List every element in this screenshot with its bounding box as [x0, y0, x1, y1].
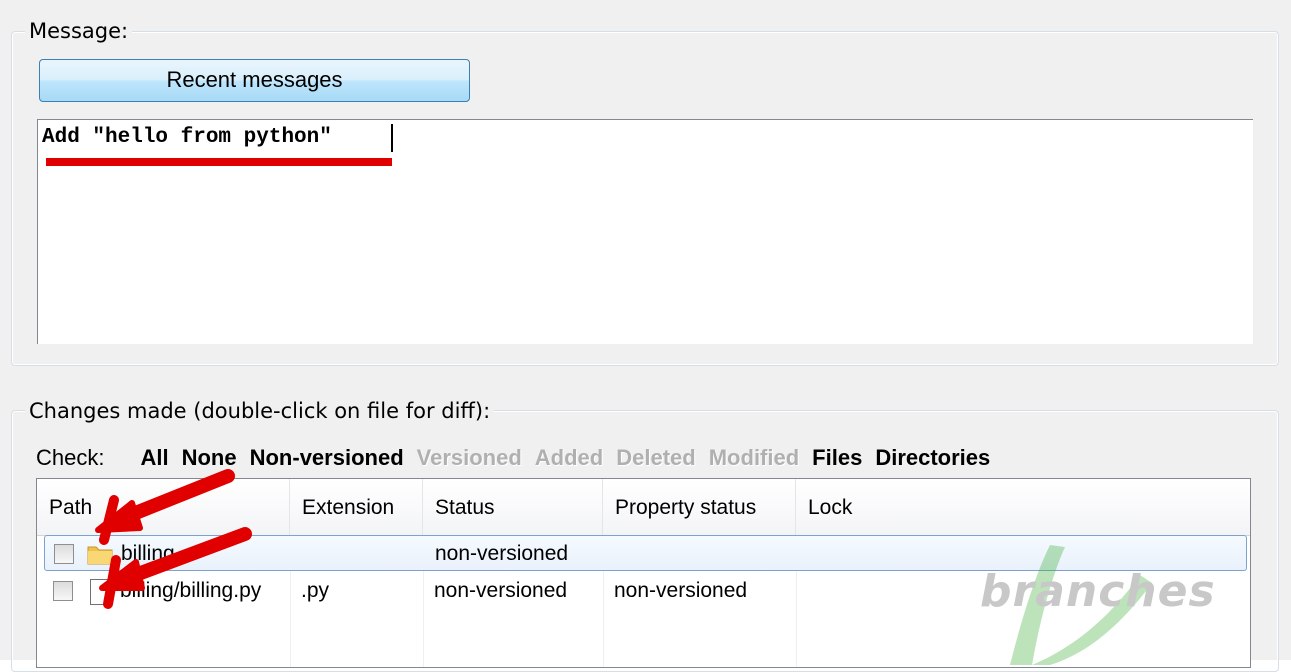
check-deleted-link: Deleted — [616, 445, 696, 470]
check-label: Check: — [36, 445, 105, 470]
check-filter-row: Check: All None Non-versioned Versioned … — [36, 444, 1003, 472]
changes-group-title: Changes made (double-click on file for d… — [25, 399, 495, 423]
check-versioned-link: Versioned — [416, 445, 522, 470]
text-caret — [391, 124, 393, 152]
row-checkbox[interactable] — [53, 581, 73, 601]
check-nonversioned-link[interactable]: Non-versioned — [250, 445, 404, 471]
red-underline-annotation — [46, 158, 392, 166]
check-all-link[interactable]: All — [140, 445, 168, 471]
column-header-property-status[interactable]: Property status — [603, 479, 796, 535]
row-status: non-versioned — [435, 542, 569, 565]
check-none-link[interactable]: None — [182, 445, 237, 471]
row-property-status: non-versioned — [614, 579, 748, 602]
commit-message-textarea[interactable]: Add "hello from python" — [37, 119, 1253, 344]
check-added-link: Added — [534, 445, 604, 470]
check-modified-link: Modified — [708, 445, 800, 470]
column-header-lock[interactable]: Lock — [796, 479, 1250, 535]
row-checkbox[interactable] — [54, 544, 74, 564]
file-icon — [90, 579, 112, 605]
row-path: billing/billing.py — [120, 579, 262, 602]
column-header-path[interactable]: Path — [37, 479, 290, 535]
column-header-extension[interactable]: Extension — [290, 479, 423, 535]
check-directories-link[interactable]: Directories — [875, 445, 990, 471]
column-header-status[interactable]: Status — [423, 479, 603, 535]
message-group-title: Message: — [25, 19, 133, 43]
folder-icon — [87, 546, 113, 565]
commit-message-text: Add "hello from python" — [42, 126, 332, 149]
watermark-text: branches — [980, 566, 1216, 617]
recent-messages-button[interactable]: Recent messages — [39, 59, 470, 102]
row-status: non-versioned — [434, 579, 568, 602]
list-header: Path Extension Status Property status Lo… — [37, 479, 1250, 536]
row-extension: .py — [301, 579, 330, 602]
check-files-link[interactable]: Files — [812, 445, 862, 471]
row-path: billing — [121, 542, 175, 565]
